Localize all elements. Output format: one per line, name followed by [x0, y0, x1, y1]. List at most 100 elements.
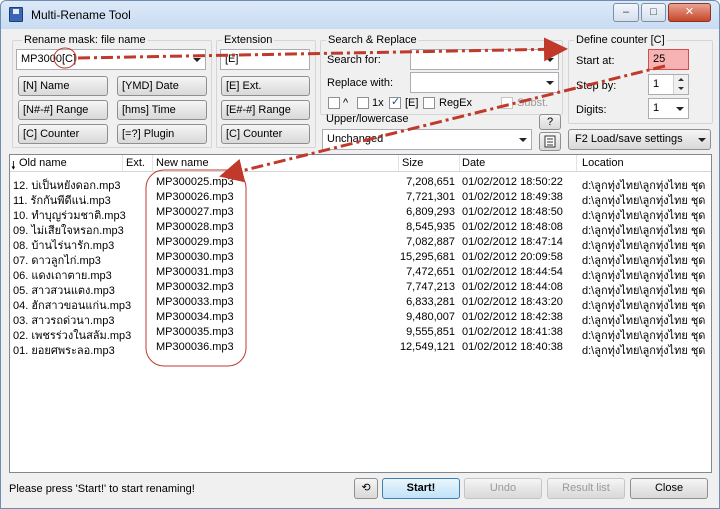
- size-cell: 7,721,301: [406, 191, 455, 203]
- chevron-down-icon[interactable]: [546, 81, 554, 85]
- rename-mask-input[interactable]: MP3000[C]: [16, 49, 206, 70]
- caret-option-label: ^: [343, 97, 349, 109]
- chevron-down-icon[interactable]: [546, 58, 554, 62]
- name-placeholder-button[interactable]: [N] Name: [18, 76, 108, 96]
- caret-checkbox[interactable]: [328, 97, 340, 109]
- maximize-button[interactable]: □: [641, 3, 666, 22]
- minimize-button[interactable]: –: [613, 3, 639, 22]
- table-row[interactable]: 12. บ่เป็นหยังดอก.mp3 MP300025.mp3 7,208,6…: [10, 175, 711, 192]
- plugin-placeholder-button[interactable]: [=?] Plugin: [117, 124, 207, 144]
- date-cell: 01/02/2012 18:48:50: [462, 206, 563, 218]
- case-value: Unchanged: [327, 133, 384, 145]
- rename-mask-label: Rename mask: file name: [22, 34, 148, 46]
- search-for-input[interactable]: [410, 49, 559, 70]
- ext-placeholder-button[interactable]: [E] Ext.: [221, 76, 310, 96]
- result-list-button[interactable]: Result list: [547, 478, 625, 499]
- table-row[interactable]: 09. ไม่เสียใจหรอก.mp3 MP300028.mp3 8,545,9…: [10, 220, 711, 237]
- chevron-down-icon[interactable]: [519, 138, 527, 142]
- subst-option-label: Subst.: [517, 97, 549, 109]
- file-list[interactable]: 🠗 Old name Ext. New name Size Date Locat…: [9, 154, 712, 473]
- date-cell: 01/02/2012 18:48:08: [462, 221, 563, 233]
- spin-down-icon[interactable]: [673, 84, 688, 94]
- chevron-down-icon[interactable]: [676, 107, 684, 111]
- new-name-cell: MP300034.mp3: [156, 311, 234, 323]
- counter-placeholder-button[interactable]: [C] Counter: [18, 124, 108, 144]
- close-button[interactable]: Close: [630, 478, 708, 499]
- size-cell: 7,472,651: [406, 266, 455, 278]
- table-row[interactable]: 08. บ้านไร่นารัก.mp3 MP300029.mp3 7,082,88…: [10, 235, 711, 252]
- extension-input[interactable]: [E]: [220, 49, 310, 70]
- subst-checkbox[interactable]: [501, 97, 513, 109]
- new-name-cell: MP300026.mp3: [156, 191, 234, 203]
- new-name-cell: MP300030.mp3: [156, 251, 234, 263]
- replace-with-label: Replace with:: [327, 77, 394, 89]
- size-cell: 6,833,281: [406, 296, 455, 308]
- help-button[interactable]: ?: [539, 114, 561, 130]
- once-option-label: 1x: [372, 97, 384, 109]
- size-cell: 12,549,121: [399, 341, 455, 353]
- rename-mask-value: MP3000[C]: [21, 53, 77, 65]
- chevron-down-icon[interactable]: [193, 58, 201, 62]
- undo-button[interactable]: Undo: [464, 478, 542, 499]
- refresh-icon: ⟲: [361, 482, 371, 494]
- table-row[interactable]: 01. ยอยศพระลอ.mp3 MP300036.mp3 12,549,121 0…: [10, 340, 711, 357]
- close-window-button[interactable]: ✕: [668, 3, 711, 22]
- sort-arrow-icon[interactable]: 🠗: [11, 157, 16, 176]
- load-save-settings-button[interactable]: F2 Load/save settings: [568, 129, 711, 150]
- new-name-cell: MP300033.mp3: [156, 296, 234, 308]
- range-placeholder-button[interactable]: [N#-#] Range: [18, 100, 108, 120]
- column-size[interactable]: Size: [402, 157, 423, 169]
- new-name-cell: MP300031.mp3: [156, 266, 234, 278]
- size-cell: 15,295,681: [399, 251, 455, 263]
- table-row[interactable]: 03. สาวรถด่วนา.mp3 MP300034.mp3 9,480,007 0…: [10, 310, 711, 327]
- table-row[interactable]: 05. สาวสวนแตง.mp3 MP300032.mp3 7,747,213 01…: [10, 280, 711, 297]
- define-counter-label: Define counter [C]: [574, 34, 667, 46]
- refresh-button[interactable]: ⟲: [354, 478, 378, 499]
- date-cell: 01/02/2012 18:41:38: [462, 326, 563, 338]
- once-checkbox[interactable]: [357, 97, 369, 109]
- regex-option-label: RegEx: [439, 97, 473, 109]
- extension-label: Extension: [222, 34, 275, 46]
- list-header: 🠗 Old name Ext. New name Size Date Locat…: [10, 155, 711, 172]
- notepad-icon: [544, 135, 556, 148]
- date-placeholder-button[interactable]: [YMD] Date: [117, 76, 207, 96]
- ext-checkbox[interactable]: [389, 95, 401, 109]
- table-row[interactable]: 11. รักกันพีดีแน่.mp3 MP300026.mp3 7,721,3…: [10, 190, 711, 207]
- table-row[interactable]: 07. ดาวลูกไก่.mp3 MP300030.mp3 15,295,681 0…: [10, 250, 711, 267]
- step-by-label: Step by:: [576, 80, 617, 92]
- regex-checkbox[interactable]: [423, 97, 435, 109]
- size-cell: 7,082,887: [406, 236, 455, 248]
- floppy-disk-icon: [9, 7, 23, 22]
- column-new-name[interactable]: New name: [156, 157, 209, 169]
- column-old-name[interactable]: Old name: [19, 157, 67, 169]
- table-row[interactable]: 06. แดงเถาตาย.mp3 MP300031.mp3 7,472,651 01…: [10, 265, 711, 282]
- start-button[interactable]: Start!: [382, 478, 460, 499]
- case-select[interactable]: Unchanged: [322, 129, 532, 150]
- column-ext[interactable]: Ext.: [126, 157, 145, 169]
- time-placeholder-button[interactable]: [hms] Time: [117, 100, 207, 120]
- date-cell: 01/02/2012 18:44:54: [462, 266, 563, 278]
- start-at-input[interactable]: 25: [648, 49, 689, 70]
- window-title: Multi-Rename Tool: [31, 8, 131, 22]
- date-cell: 01/02/2012 18:40:38: [462, 341, 563, 353]
- location-cell: d:\ลูกทุ่งไทย\ลูกทุ่งไทย ชุด: [582, 345, 706, 357]
- date-cell: 01/02/2012 18:43:20: [462, 296, 563, 308]
- title-bar[interactable]: Multi-Rename Tool – □ ✕: [1, 1, 719, 29]
- size-cell: 7,208,651: [406, 176, 455, 188]
- date-cell: 01/02/2012 18:50:22: [462, 176, 563, 188]
- new-name-cell: MP300027.mp3: [156, 206, 234, 218]
- table-row[interactable]: 02. เพชรร่วงในสลัม.mp3 MP300035.mp3 9,555,…: [10, 325, 711, 342]
- ext-counter-button[interactable]: [C] Counter: [221, 124, 310, 144]
- step-by-input[interactable]: 1: [648, 74, 689, 95]
- search-replace-label: Search & Replace: [326, 34, 419, 46]
- column-location[interactable]: Location: [582, 157, 624, 169]
- replace-with-input[interactable]: [410, 72, 559, 93]
- new-name-cell: MP300028.mp3: [156, 221, 234, 233]
- date-cell: 01/02/2012 18:44:08: [462, 281, 563, 293]
- table-row[interactable]: 04. ฮักสาวขอนแก่น.mp3 MP300033.mp3 6,833,2…: [10, 295, 711, 312]
- ext-range-button[interactable]: [E#-#] Range: [221, 100, 310, 120]
- column-date[interactable]: Date: [462, 157, 485, 169]
- table-row[interactable]: 10. ทำบุญร่วมชาติ.mp3 MP300027.mp3 6,809,2…: [10, 205, 711, 222]
- digits-select[interactable]: 1: [648, 98, 689, 119]
- edit-list-button[interactable]: [539, 132, 561, 151]
